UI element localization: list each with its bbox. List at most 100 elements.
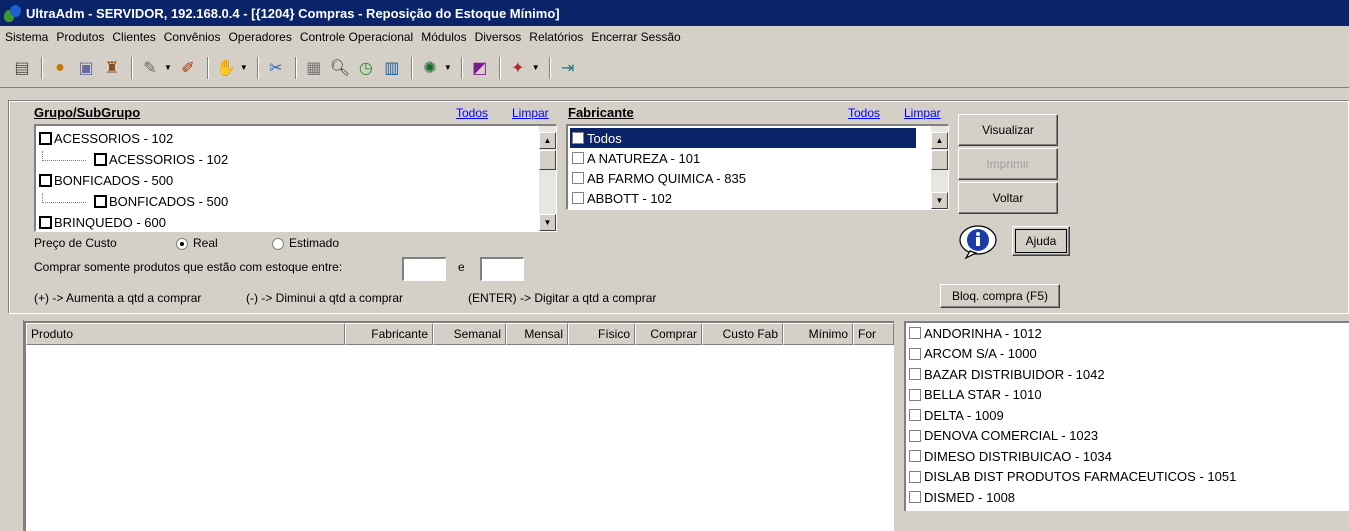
scroll-up-icon[interactable]: ▲	[931, 132, 948, 149]
checkbox[interactable]	[572, 152, 584, 164]
dropdown-arrow-icon[interactable]: ▼	[240, 63, 248, 72]
checkbox[interactable]	[909, 470, 921, 483]
voltar-button[interactable]: Voltar	[958, 182, 1058, 214]
world-icon[interactable]: ✺	[418, 56, 442, 80]
scroll-thumb[interactable]	[539, 150, 556, 170]
list-item[interactable]: ABBOTT - 102	[570, 188, 916, 208]
palette-icon[interactable]: ✦	[506, 56, 530, 80]
tree-item[interactable]: ACESSORIOS - 102	[42, 149, 228, 170]
list-item[interactable]: A NATUREZA - 101	[570, 148, 916, 168]
fabricante-scrollbar[interactable]: ▲ ▼	[931, 126, 948, 209]
radio-button[interactable]	[272, 237, 284, 250]
list-item[interactable]: BELLA STAR - 1010	[906, 385, 1349, 406]
column-minimo[interactable]: Mínimo	[783, 323, 853, 345]
checkbox[interactable]	[94, 153, 107, 166]
exit-icon[interactable]: ⇥	[556, 56, 580, 80]
menu-operadores[interactable]: Operadores	[227, 29, 292, 45]
radio-real[interactable]: Real	[176, 236, 218, 250]
checkbox[interactable]	[909, 368, 921, 381]
scroll-thumb[interactable]	[931, 150, 948, 170]
checkbox[interactable]	[909, 450, 921, 463]
globe-icon[interactable]: ●	[48, 56, 72, 80]
column-produto[interactable]: Produto	[26, 323, 345, 345]
calendar-icon[interactable]: ▣	[74, 56, 98, 80]
grupo-todos-link[interactable]: Todos	[456, 106, 488, 120]
list-item[interactable]: DISLAB DIST PRODUTOS FARMACEUTICOS - 105…	[906, 467, 1349, 488]
checkbox[interactable]	[572, 132, 584, 144]
scroll-down-icon[interactable]: ▼	[539, 214, 556, 231]
radio-estimado[interactable]: Estimado	[272, 236, 339, 250]
checkbox[interactable]	[909, 327, 921, 340]
menu-produtos[interactable]: Produtos	[55, 29, 105, 45]
column-fabricante[interactable]: Fabricante	[345, 323, 433, 345]
fabricante-limpar-link[interactable]: Limpar	[904, 106, 941, 120]
column-fisico[interactable]: Físico	[568, 323, 635, 345]
dropdown-arrow-icon[interactable]: ▼	[532, 63, 540, 72]
register-icon[interactable]: ▤	[10, 56, 34, 80]
scroll-up-icon[interactable]: ▲	[539, 132, 556, 149]
column-custo-fab[interactable]: Custo Fab	[702, 323, 783, 345]
pencil-icon[interactable]: ✐	[176, 56, 200, 80]
checkbox[interactable]	[39, 216, 52, 229]
checkbox[interactable]	[572, 172, 584, 184]
chart-icon[interactable]: ▥	[380, 56, 404, 80]
checkbox[interactable]	[39, 174, 52, 187]
column-comprar[interactable]: Comprar	[635, 323, 702, 345]
menu-clientes[interactable]: Clientes	[111, 29, 156, 45]
edit-icon[interactable]: ✎	[138, 56, 162, 80]
products-grid[interactable]: Produto Fabricante Semanal Mensal Físico…	[24, 321, 894, 531]
menu-modulos[interactable]: Módulos	[420, 29, 467, 45]
list-item[interactable]: ARCOM S/A - 1000	[906, 344, 1349, 365]
fabricante-list[interactable]: Todos A NATUREZA - 101 AB FARMO QUIMICA …	[566, 124, 949, 210]
tree-item[interactable]: ACESSORIOS - 102	[39, 128, 173, 149]
list-item[interactable]: ANDORINHA - 1012	[906, 323, 1349, 344]
tree-item[interactable]: BONFICADOS - 500	[42, 191, 228, 212]
list-item[interactable]: DENOVA COMERCIAL - 1023	[906, 426, 1349, 447]
tools-icon[interactable]: ✂	[264, 56, 288, 80]
menu-encerrar-sessao[interactable]: Encerrar Sessão	[590, 29, 681, 45]
list-item[interactable]: AB FARMO QUIMICA - 835	[570, 168, 916, 188]
column-semanal[interactable]: Semanal	[433, 323, 506, 345]
estoque-max-input[interactable]	[480, 257, 524, 281]
checkbox[interactable]	[909, 388, 921, 401]
checkbox[interactable]	[909, 429, 921, 442]
menu-controle-operacional[interactable]: Controle Operacional	[299, 29, 414, 45]
imprimir-button[interactable]: Imprimir	[958, 148, 1058, 180]
suppliers-list[interactable]: ANDORINHA - 1012 ARCOM S/A - 1000 BAZAR …	[904, 321, 1349, 511]
dropdown-arrow-icon[interactable]: ▼	[164, 63, 172, 72]
scroll-down-icon[interactable]: ▼	[931, 192, 948, 209]
visualizar-button[interactable]: Visualizar	[958, 114, 1058, 146]
checkbox[interactable]	[94, 195, 107, 208]
fabricante-todos-link[interactable]: Todos	[848, 106, 880, 120]
clock-icon[interactable]: ◷	[354, 56, 378, 80]
list-item[interactable]: BAZAR DISTRIBUIDOR - 1042	[906, 364, 1349, 385]
dropdown-arrow-icon[interactable]: ▼	[444, 63, 452, 72]
grupo-scrollbar[interactable]: ▲ ▼	[539, 126, 556, 231]
checkbox[interactable]	[909, 409, 921, 422]
tree-item[interactable]: BRINQUEDO - 600	[39, 212, 166, 231]
checkbox[interactable]	[909, 491, 921, 504]
grupo-tree[interactable]: ACESSORIOS - 102 ACESSORIOS - 102 BONFIC…	[34, 124, 557, 232]
estoque-min-input[interactable]	[402, 257, 446, 281]
list-item[interactable]: DISMED - 1008	[906, 487, 1349, 508]
list-item[interactable]: DIMESO DISTRIBUICAO - 1034	[906, 446, 1349, 467]
column-fornecedor[interactable]: For	[853, 323, 894, 345]
bloq-compra-button[interactable]: Bloq. compra (F5)	[940, 284, 1060, 308]
menu-diversos[interactable]: Diversos	[474, 29, 523, 45]
tree-item[interactable]: BONFICADOS - 500	[39, 170, 173, 191]
ajuda-button[interactable]: Ajuda	[1012, 226, 1070, 256]
users-icon[interactable]: ♜	[100, 56, 124, 80]
menu-relatorios[interactable]: Relatórios	[528, 29, 584, 45]
menu-sistema[interactable]: Sistema	[4, 29, 49, 45]
list-item[interactable]: Todos	[570, 128, 916, 148]
hand-icon[interactable]: ✋	[214, 56, 238, 80]
checkbox[interactable]	[572, 192, 584, 204]
column-mensal[interactable]: Mensal	[506, 323, 568, 345]
list-item[interactable]: DELTA - 1009	[906, 405, 1349, 426]
calculator-icon[interactable]: ▦	[302, 56, 326, 80]
checkbox[interactable]	[909, 347, 921, 360]
menu-convenios[interactable]: Convênios	[163, 29, 222, 45]
magnifier-icon[interactable]: 🔍︎	[328, 56, 352, 80]
radio-button[interactable]	[176, 237, 188, 250]
grupo-limpar-link[interactable]: Limpar	[512, 106, 549, 120]
